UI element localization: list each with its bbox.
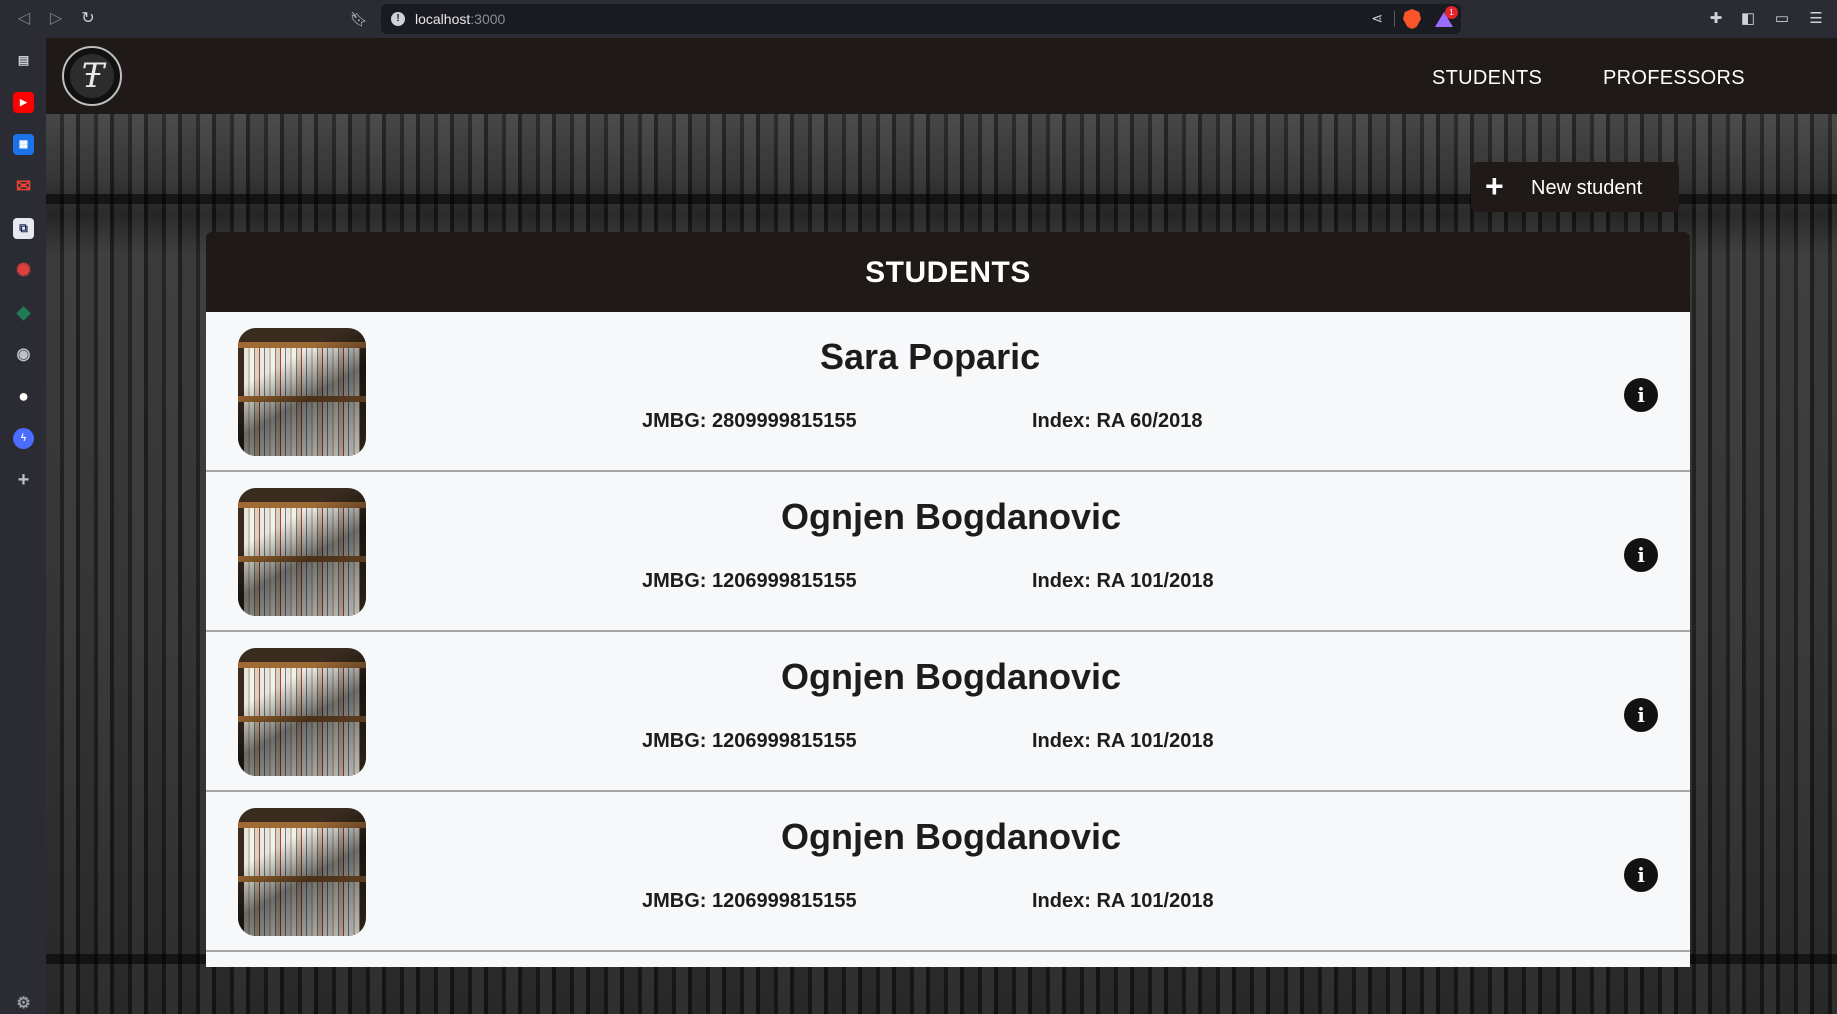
url-text[interactable]: localhost:3000 <box>415 11 505 27</box>
menu-icon[interactable]: ☰ <box>1806 9 1826 29</box>
github-icon[interactable]: ● <box>13 386 34 407</box>
browser-toolbar: ◁ ▷ ↻ 🔖︎ ! localhost:3000 ⋖ 1 ✚ ◧ ▭ ☰ <box>0 0 1837 38</box>
student-index: Index: RA 60/2018 <box>1032 410 1203 432</box>
info-icon[interactable]: i <box>1624 698 1658 732</box>
divider <box>1394 11 1395 27</box>
site-info-icon[interactable]: ! <box>391 12 405 26</box>
student-name: Sara Poparic <box>820 336 1041 377</box>
rewards-badge: 1 <box>1445 6 1458 19</box>
student-jmbg: JMBG: 1206999815155 <box>642 730 857 752</box>
student-avatar <box>238 328 366 456</box>
canvas-icon[interactable]: ✺ <box>13 260 34 281</box>
brave-shields-icon[interactable] <box>1403 9 1421 29</box>
info-icon[interactable]: i <box>1624 378 1658 412</box>
calendar-icon[interactable]: ▦ <box>13 134 34 155</box>
faculty-logo[interactable]: Ŧ <box>62 46 122 106</box>
gmail-icon[interactable]: ✉ <box>13 176 34 197</box>
bookmark-icon[interactable]: 🔖︎ <box>350 9 368 29</box>
reload-icon[interactable]: ↻ <box>78 9 98 29</box>
kotlin-icon[interactable]: ◆ <box>13 302 34 323</box>
student-name: Ognjen Bogdanovic <box>781 496 1122 537</box>
student-avatar <box>238 648 366 776</box>
address-bar[interactable]: ! localhost:3000 ⋖ 1 <box>381 4 1461 34</box>
settings-icon[interactable]: ⚙ <box>13 993 34 1014</box>
messenger-icon[interactable]: ϟ <box>13 428 34 449</box>
student-index: Index: RA 101/2018 <box>1032 890 1214 912</box>
youtube-icon[interactable]: ▶ <box>13 92 34 113</box>
student-row[interactable]: Ognjen Bogdanovic JMBG: 1206999815155 In… <box>206 792 1690 952</box>
student-row[interactable]: Ognjen Bogdanovic JMBG: 1206999815155 In… <box>206 472 1690 632</box>
brave-rewards-icon[interactable]: 1 <box>1435 6 1458 28</box>
student-row[interactable]: Sara Poparic JMBG: 2809999815155 Index: … <box>206 312 1690 472</box>
wallet-icon[interactable]: ▭ <box>1772 9 1792 29</box>
student-avatar <box>238 808 366 936</box>
share-icon[interactable]: ⋖ <box>1371 10 1383 27</box>
extensions-icon[interactable]: ✚ <box>1706 9 1726 29</box>
student-row[interactable]: Ognjen Bogdanovic JMBG: 1206999815155 In… <box>206 632 1690 792</box>
plus-icon: + <box>1485 168 1504 204</box>
info-icon[interactable]: i <box>1624 538 1658 572</box>
forward-icon[interactable]: ▷ <box>46 9 66 29</box>
student-jmbg: JMBG: 1206999815155 <box>642 890 857 912</box>
logo-mark-icon: Ŧ <box>81 56 105 96</box>
student-name: Ognjen Bogdanovic <box>781 816 1122 857</box>
reading-list-icon[interactable]: ▤ <box>13 50 34 71</box>
faculty-icon[interactable]: ◉ <box>13 344 34 365</box>
students-card: STUDENTS Sara Poparic JMBG: 280999981515… <box>206 232 1690 967</box>
student-jmbg: JMBG: 1206999815155 <box>642 570 857 592</box>
app-header: Ŧ STUDENTS PROFESSORS <box>46 38 1837 114</box>
nav-students[interactable]: STUDENTS <box>1432 67 1542 90</box>
nav-professors[interactable]: PROFESSORS <box>1603 67 1745 90</box>
new-student-label: New student <box>1531 177 1643 199</box>
app-icon[interactable]: ⧉ <box>13 218 34 239</box>
info-icon[interactable]: i <box>1624 858 1658 892</box>
students-title: STUDENTS <box>865 256 1031 289</box>
add-icon[interactable]: + <box>13 470 34 491</box>
sidebar-toggle-icon[interactable]: ◧ <box>1738 9 1758 29</box>
student-index: Index: RA 101/2018 <box>1032 730 1214 752</box>
student-name: Ognjen Bogdanovic <box>781 656 1122 697</box>
new-student-button[interactable]: + New student <box>1471 162 1679 212</box>
students-card-header: STUDENTS <box>206 232 1690 312</box>
back-icon[interactable]: ◁ <box>14 9 34 29</box>
student-index: Index: RA 101/2018 <box>1032 570 1214 592</box>
browser-sidebar: ▤ ▶ ▦ ✉ ⧉ ✺ ◆ ◉ ● ϟ + ⚙ <box>0 38 46 1014</box>
student-jmbg: JMBG: 2809999815155 <box>642 410 857 432</box>
web-app: Ŧ STUDENTS PROFESSORS + New student STUD… <box>46 38 1837 1014</box>
student-avatar <box>238 488 366 616</box>
